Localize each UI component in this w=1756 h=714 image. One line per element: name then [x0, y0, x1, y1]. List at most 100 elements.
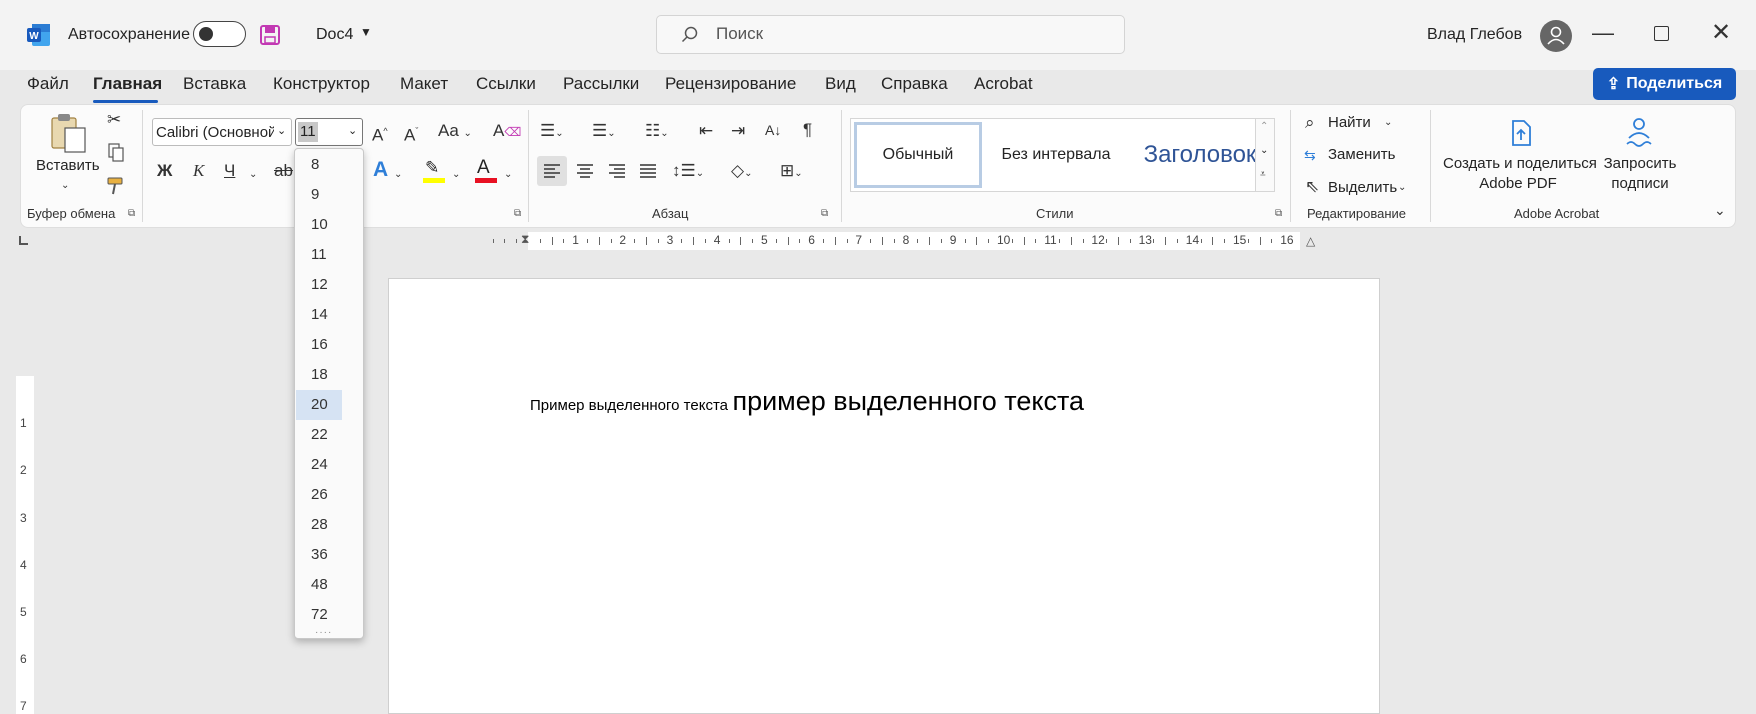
change-case-icon[interactable]: Aa ⌄: [438, 121, 472, 144]
font-size-option[interactable]: 12: [296, 270, 342, 300]
create-pdf-label-2[interactable]: Adobe PDF: [1443, 175, 1593, 192]
shading-icon[interactable]: ◇⌄: [731, 161, 752, 184]
scroll-down-icon[interactable]: ⌄: [1260, 145, 1268, 156]
font-size-option[interactable]: 48: [296, 570, 342, 600]
indent-marker-icon[interactable]: ⧗: [521, 232, 529, 247]
align-right-icon[interactable]: [602, 156, 632, 186]
tab-view[interactable]: Вид: [825, 74, 856, 94]
tab-home[interactable]: Главная: [93, 74, 162, 94]
copy-icon[interactable]: [106, 143, 126, 163]
font-size-option[interactable]: 72: [296, 600, 342, 630]
chevron-down-icon[interactable]: ⌄: [249, 165, 257, 185]
show-formatting-icon[interactable]: ¶: [803, 120, 812, 140]
font-size-option[interactable]: 28: [296, 510, 342, 540]
align-left-button[interactable]: [537, 156, 567, 186]
tab-insert[interactable]: Вставка: [183, 74, 246, 94]
tab-references[interactable]: Ссылки: [476, 74, 536, 94]
style-normal[interactable]: Обычный: [854, 122, 982, 188]
chevron-down-icon[interactable]: ⌄: [1398, 178, 1406, 198]
share-button[interactable]: ⇪ Поделиться: [1593, 68, 1736, 100]
line-spacing-icon[interactable]: ↕☰⌄: [672, 161, 704, 184]
font-size-option[interactable]: 16: [296, 330, 342, 360]
numbering-icon[interactable]: ☰⌄: [592, 121, 616, 144]
underline-button[interactable]: Ч: [224, 161, 235, 181]
tab-acrobat[interactable]: Acrobat: [974, 74, 1033, 94]
font-size-option[interactable]: 10: [296, 210, 342, 240]
minimize-icon[interactable]: —: [1592, 22, 1614, 44]
justify-icon[interactable]: [633, 156, 663, 186]
maximize-icon[interactable]: [1654, 26, 1669, 41]
chevron-down-icon[interactable]: ⌄: [504, 165, 512, 185]
document-text-large[interactable]: пример выделенного текста: [732, 386, 1084, 416]
grow-font-icon[interactable]: A^: [372, 121, 388, 146]
dialog-launcher-icon[interactable]: ⧉: [1275, 208, 1282, 219]
tab-layout[interactable]: Макет: [400, 74, 448, 94]
dialog-launcher-icon[interactable]: ⧉: [821, 208, 828, 219]
right-indent-marker-icon[interactable]: △: [1306, 234, 1315, 248]
paste-label[interactable]: Вставить: [36, 157, 100, 174]
font-size-option[interactable]: 18: [296, 360, 342, 390]
clear-formatting-icon[interactable]: A⌫: [493, 121, 521, 142]
font-name-combo[interactable]: Calibri (Основной ⌄: [152, 118, 292, 146]
bold-button[interactable]: Ж: [157, 161, 172, 181]
document-text-small[interactable]: Пример выделенного текста: [530, 397, 728, 414]
font-size-option[interactable]: 9: [296, 180, 342, 210]
font-size-combo[interactable]: 11 ⌄: [295, 118, 363, 146]
decrease-indent-icon[interactable]: ⇤: [699, 121, 713, 141]
tab-mailings[interactable]: Рассылки: [563, 74, 639, 94]
tab-help[interactable]: Справка: [881, 74, 948, 94]
paste-icon[interactable]: [48, 112, 88, 154]
font-size-option[interactable]: 36: [296, 540, 342, 570]
replace-button[interactable]: Заменить: [1328, 146, 1395, 163]
multilevel-list-icon[interactable]: ☷⌄: [645, 121, 669, 144]
more-styles-icon[interactable]: ⩡: [1260, 169, 1266, 180]
text-effects-icon[interactable]: A: [373, 159, 388, 180]
format-painter-icon[interactable]: [106, 176, 126, 196]
style-heading[interactable]: Заголовок: [1127, 122, 1273, 188]
chevron-down-icon[interactable]: ▼: [360, 25, 372, 39]
document-paragraph[interactable]: Пример выделенного текста пример выделен…: [530, 386, 1084, 417]
tab-review[interactable]: Рецензирование: [665, 74, 796, 94]
sort-icon[interactable]: A↓: [765, 120, 781, 140]
find-button[interactable]: Найти: [1328, 114, 1371, 131]
chevron-down-icon[interactable]: ⌄: [394, 165, 402, 185]
select-button[interactable]: Выделить: [1328, 179, 1397, 196]
document-page[interactable]: Пример выделенного текста пример выделен…: [388, 278, 1380, 714]
highlight-color-button[interactable]: ✎: [421, 158, 447, 184]
save-icon[interactable]: [259, 24, 281, 46]
font-size-option[interactable]: 22: [296, 420, 342, 450]
scroll-up-icon[interactable]: ⌃: [1260, 121, 1268, 132]
style-no-spacing[interactable]: Без интервала: [986, 122, 1126, 188]
font-size-option[interactable]: 26: [296, 480, 342, 510]
font-size-option[interactable]: 8: [296, 150, 342, 180]
increase-indent-icon[interactable]: ⇥: [731, 121, 745, 141]
font-size-option[interactable]: 14: [296, 300, 342, 330]
dialog-launcher-icon[interactable]: ⧉: [514, 208, 521, 219]
strikethrough-button[interactable]: ab: [274, 161, 293, 181]
font-color-button[interactable]: A: [473, 157, 499, 184]
request-signature-label-2[interactable]: подписи: [1600, 175, 1680, 192]
italic-button[interactable]: К: [193, 161, 204, 181]
dialog-launcher-icon[interactable]: ⧉: [128, 208, 135, 219]
avatar[interactable]: [1540, 20, 1572, 52]
tab-design[interactable]: Конструктор: [273, 74, 370, 94]
tab-selector-icon[interactable]: [19, 236, 28, 245]
close-icon[interactable]: ✕: [1711, 21, 1731, 45]
user-name[interactable]: Влад Глебов: [1427, 26, 1522, 44]
align-center-icon[interactable]: [570, 156, 600, 186]
chevron-down-icon[interactable]: ⌄: [452, 165, 460, 185]
document-name[interactable]: Doc4: [316, 26, 353, 44]
chevron-down-icon[interactable]: ⌄: [1384, 113, 1392, 133]
font-size-option[interactable]: 24: [296, 450, 342, 480]
request-signature-icon[interactable]: [1623, 116, 1657, 148]
font-size-option[interactable]: 11: [296, 240, 342, 270]
horizontal-ruler[interactable]: ⧗ △ 1 2 3 4 5 6 7 8 9 10 11 12 13 14 15 16: [380, 232, 1315, 250]
collapse-ribbon-icon[interactable]: ⌄: [1714, 200, 1726, 220]
shrink-font-icon[interactable]: Aˇ: [404, 121, 418, 146]
create-pdf-icon[interactable]: [1506, 118, 1536, 148]
paste-dropdown-icon[interactable]: ⌄: [61, 176, 69, 196]
create-pdf-label-1[interactable]: Создать и поделиться: [1443, 155, 1597, 172]
request-signature-label-1[interactable]: Запросить: [1600, 155, 1680, 172]
tab-file[interactable]: Файл: [27, 74, 69, 94]
autosave-toggle[interactable]: [193, 21, 246, 47]
